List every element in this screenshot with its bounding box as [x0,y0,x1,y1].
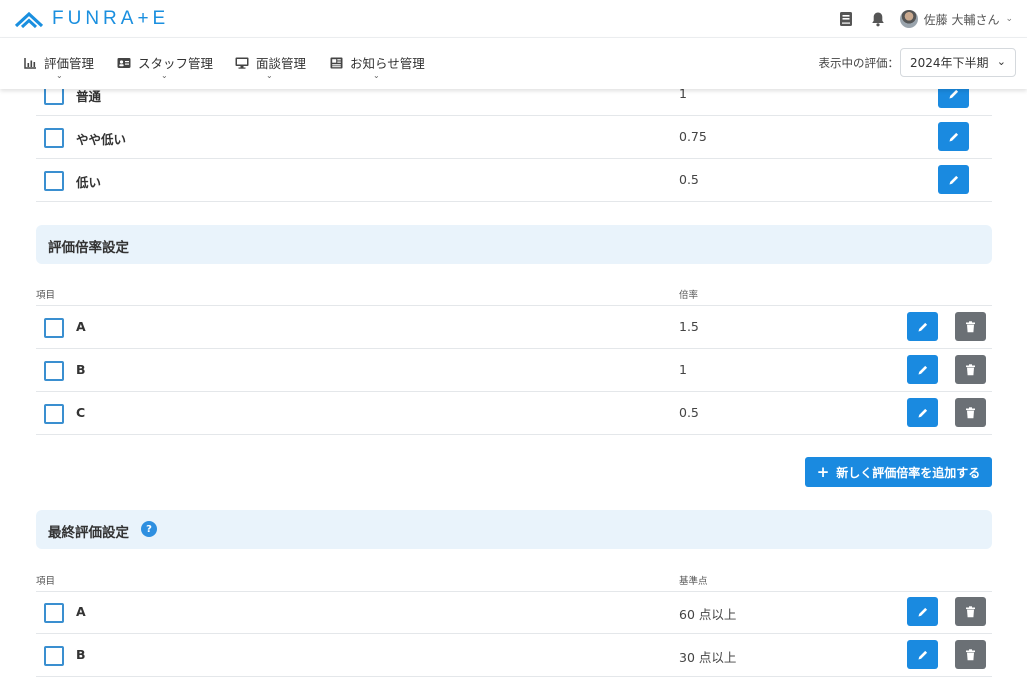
edit-button[interactable] [907,355,938,384]
row-value: 30 点以上 [679,650,737,665]
table-row: 低い 0.5 [36,159,992,202]
pencil-icon [918,650,927,659]
pencil-icon [949,175,958,184]
section-title: 評価倍率設定 [48,240,129,256]
row-label: A [76,319,86,334]
chevron-down-icon[interactable]: ⌄ [266,71,273,80]
trash-icon [966,648,975,660]
pencil-icon [918,365,927,374]
row-label: A [76,604,86,619]
table-row: A 1.5 [36,306,992,349]
column-header-item: 項目 [36,290,56,301]
edit-button[interactable] [907,398,938,427]
row-value: 60 点以上 [679,607,737,622]
id-card-icon [117,57,131,68]
help-icon[interactable]: ? [141,521,157,537]
table-row: B 1 [36,349,992,392]
newspaper-icon [330,57,343,68]
nav-item-interview[interactable]: 面談管理 [235,53,306,72]
row-checkbox[interactable] [44,171,64,191]
table-row: やや低い 0.75 [36,116,992,159]
row-value: 0.5 [679,172,699,187]
edit-button[interactable] [907,640,938,669]
trash-icon [966,605,975,617]
delete-button[interactable] [955,312,986,341]
bell-icon[interactable] [868,9,888,29]
chevron-down-icon[interactable]: ⌄ [161,71,168,80]
column-header-multiplier: 倍率 [679,290,699,301]
add-multiplier-label: 新しく評価倍率を追加する [836,465,981,480]
chevron-down-icon[interactable]: ⌄ [373,71,380,80]
row-value: 0.75 [679,129,707,144]
top-bar: FUNRA+E 佐藤 大輔さん ⌄ [0,0,1027,38]
delete-button[interactable] [955,355,986,384]
nav-item-evaluation[interactable]: 評価管理 [24,53,94,72]
user-area: 佐藤 大輔さん ⌄ [836,9,1013,29]
column-header-item: 項目 [36,576,56,587]
pencil-icon [918,322,927,331]
row-label: やや低い [76,132,127,147]
section-header-multiplier: 評価倍率設定 [36,225,992,264]
trash-icon [966,320,975,332]
monitor-icon [235,57,249,69]
edit-button[interactable] [907,597,938,626]
current-evaluation-label: 表示中の評価： [818,56,900,70]
section-header-final-evaluation: 最終評価設定 ? [36,510,992,549]
nav-item-staff[interactable]: スタッフ管理 [117,53,213,72]
logo-text: FUNRA+E [52,8,170,29]
nav-item-label: 面談管理 [256,56,307,71]
plus-icon: + [816,463,830,481]
table-row: A 60 点以上 [36,591,992,634]
row-checkbox[interactable] [44,361,64,381]
edit-button[interactable] [907,312,938,341]
chevron-down-icon[interactable]: ⌄ [1005,14,1013,24]
chart-icon [24,57,36,69]
nav-item-label: お知らせ管理 [350,56,425,71]
delete-button[interactable] [955,597,986,626]
row-value: 1 [679,362,687,377]
user-name[interactable]: 佐藤 大輔さん [924,11,1000,28]
row-checkbox[interactable] [44,128,64,148]
table-row: B 30 点以上 [36,634,992,677]
chevron-down-icon[interactable]: ⌄ [56,71,63,80]
row-label: 低い [76,175,102,190]
add-multiplier-button[interactable]: + 新しく評価倍率を追加する [805,457,992,487]
main-nav: 評価管理 ⌄ スタッフ管理 ⌄ 面談管理 ⌄ お知らせ管理 ⌄ 表示中の評価： … [0,38,1027,89]
row-checkbox[interactable] [44,404,64,424]
logo-mark-icon [14,11,44,29]
delete-button[interactable] [955,640,986,669]
delete-button[interactable] [955,398,986,427]
row-label: B [76,362,86,377]
row-value: 0.5 [679,405,699,420]
manual-book-icon[interactable] [836,9,856,29]
evaluation-period-select[interactable]: 2024年下半期 ⌄ [900,48,1016,77]
row-label: B [76,647,86,662]
trash-icon [966,363,975,375]
trash-icon [966,406,975,418]
pencil-icon [949,89,958,98]
nav-item-notice[interactable]: お知らせ管理 [330,53,425,72]
edit-button[interactable] [938,122,969,151]
nav-item-label: スタッフ管理 [138,56,214,71]
table-row: C 0.5 [36,392,992,435]
chevron-down-icon: ⌄ [996,55,1006,68]
nav-item-label: 評価管理 [44,56,95,71]
pencil-icon [918,408,927,417]
row-value: 1.5 [679,319,699,334]
avatar[interactable] [899,10,918,28]
section-title: 最終評価設定 [48,525,129,541]
row-label: C [76,405,86,420]
pencil-icon [949,132,958,141]
row-checkbox[interactable] [44,646,64,666]
row-checkbox[interactable] [44,318,64,338]
edit-button[interactable] [938,165,969,194]
row-checkbox[interactable] [44,603,64,623]
logo[interactable]: FUNRA+E [14,8,169,30]
evaluation-period-value: 2024年下半期 [910,56,989,70]
pencil-icon [918,607,927,616]
column-header-threshold: 基準点 [679,576,708,587]
